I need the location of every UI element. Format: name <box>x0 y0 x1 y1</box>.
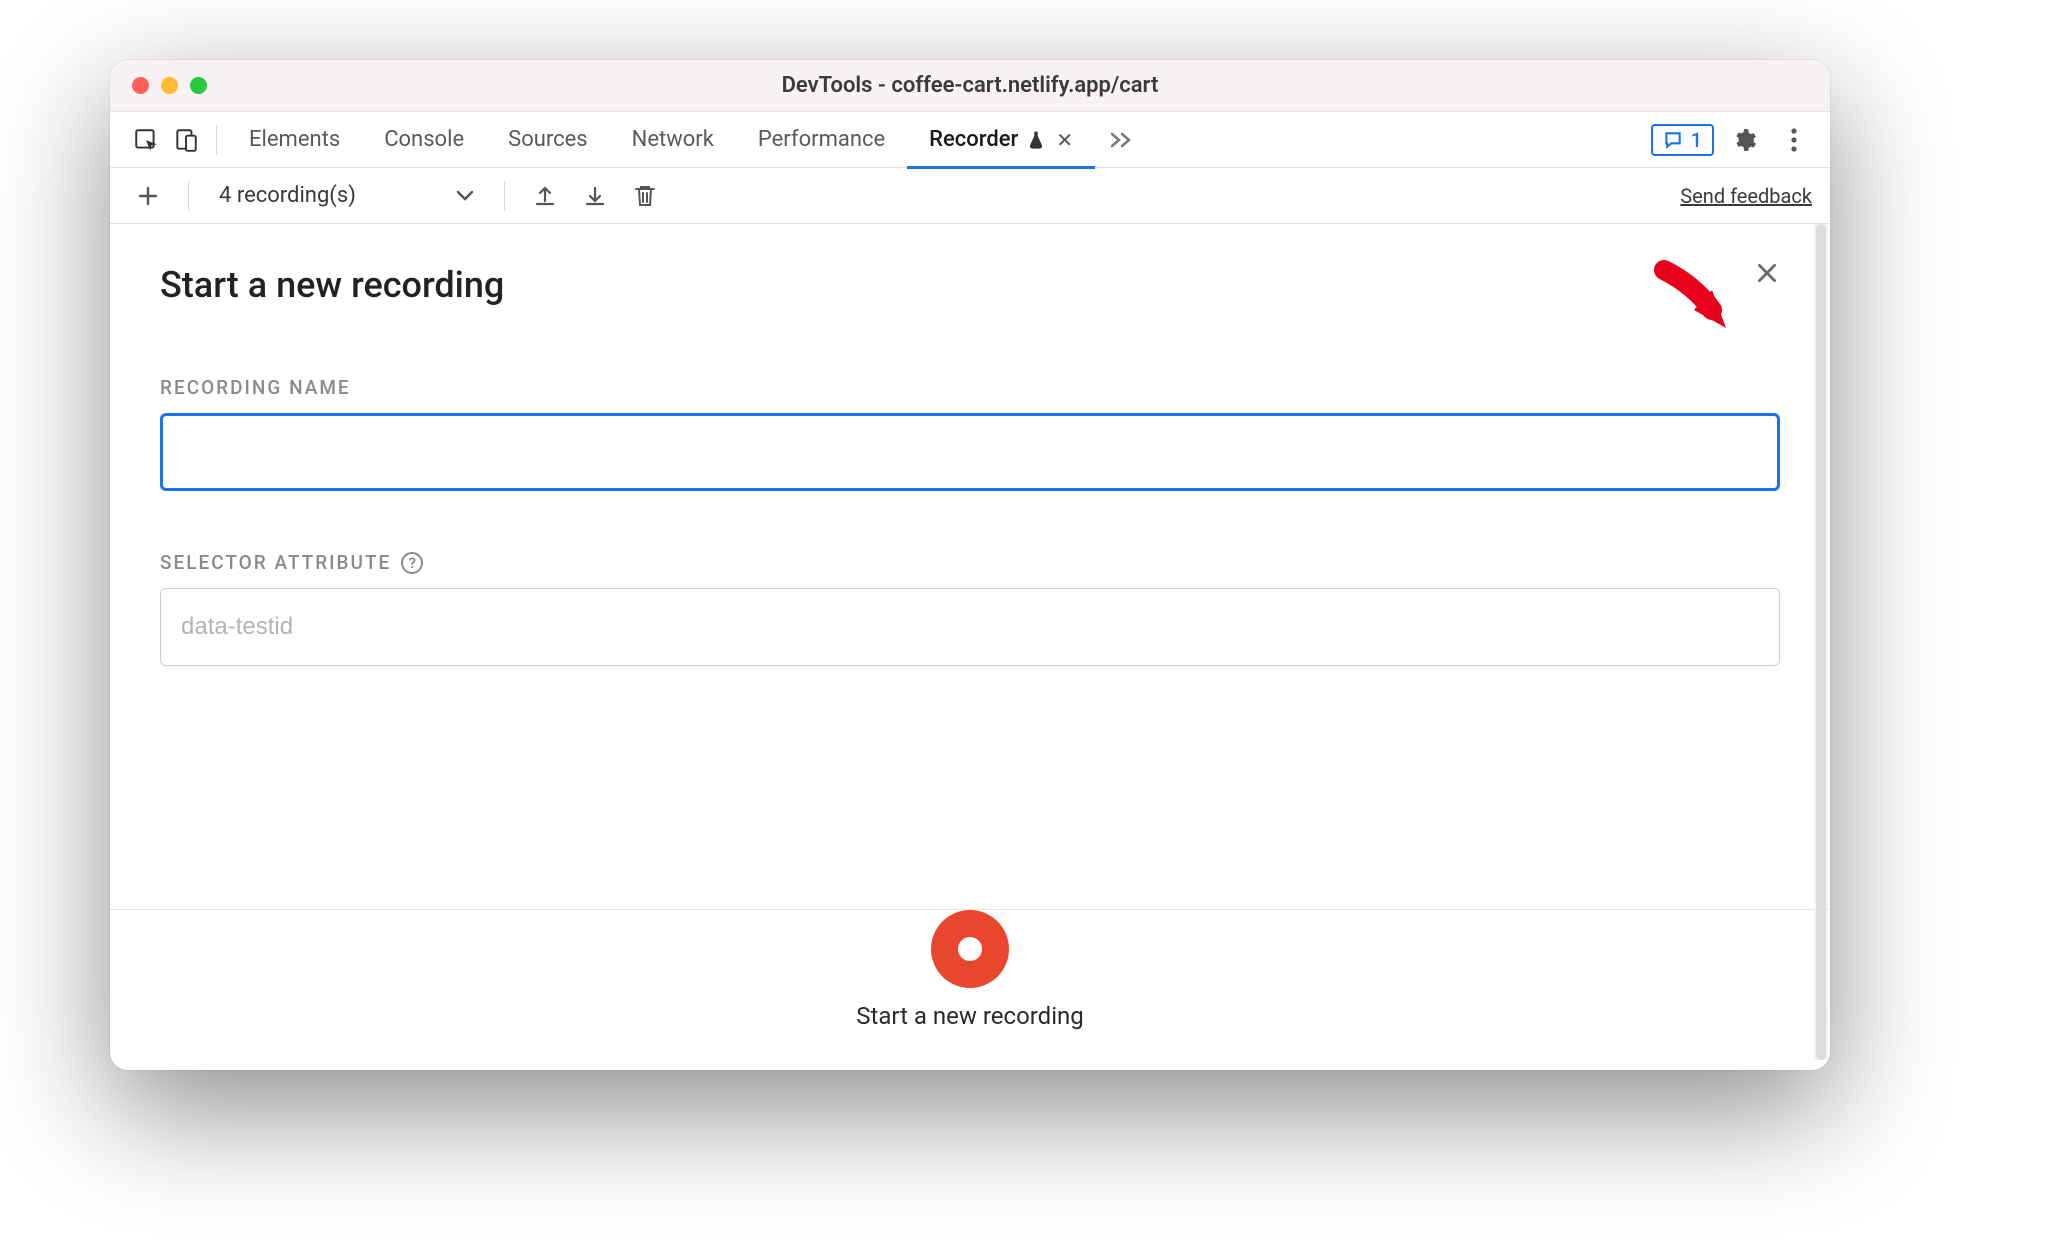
tab-console[interactable]: Console <box>362 112 486 168</box>
tab-label: Sources <box>508 127 588 152</box>
device-toolbar-icon[interactable] <box>166 120 206 160</box>
divider <box>188 181 189 211</box>
scroll-thumb[interactable] <box>1816 224 1826 1060</box>
issues-count: 1 <box>1691 128 1702 152</box>
window-controls <box>132 77 207 94</box>
export-icon[interactable] <box>525 176 565 216</box>
scrollbar[interactable] <box>1814 224 1828 1060</box>
close-panel-icon[interactable] <box>1754 260 1780 286</box>
titlebar: DevTools - coffee-cart.netlify.app/cart <box>110 60 1830 112</box>
selector-attribute-input[interactable] <box>160 588 1780 666</box>
recordings-label: 4 recording(s) <box>219 183 356 208</box>
selector-attribute-label: Selector Attribute <box>160 551 391 574</box>
new-recording-icon[interactable] <box>128 176 168 216</box>
tab-label: Recorder <box>929 127 1018 152</box>
help-icon[interactable]: ? <box>401 552 423 574</box>
chevron-down-icon <box>456 190 474 202</box>
window-title: DevTools - coffee-cart.netlify.app/cart <box>110 73 1830 98</box>
recorder-content: Start a new recording Recording Name Sel… <box>110 224 1830 1070</box>
start-recording-label: Start a new recording <box>856 1002 1084 1030</box>
settings-icon[interactable] <box>1724 120 1764 160</box>
tab-performance[interactable]: Performance <box>736 112 907 168</box>
maximize-window-button[interactable] <box>190 77 207 94</box>
minimize-window-button[interactable] <box>161 77 178 94</box>
tab-label: Performance <box>758 127 885 152</box>
experiment-flask-icon <box>1026 130 1046 150</box>
more-tabs-icon[interactable] <box>1095 131 1149 149</box>
recording-name-label: Recording Name <box>160 376 351 399</box>
issues-button[interactable]: 1 <box>1651 124 1714 156</box>
close-window-button[interactable] <box>132 77 149 94</box>
tab-recorder[interactable]: Recorder ✕ <box>907 112 1095 168</box>
tab-sources[interactable]: Sources <box>486 112 610 168</box>
recording-name-input[interactable] <box>160 413 1780 491</box>
tab-label: Elements <box>249 127 340 152</box>
recordings-dropdown[interactable]: 4 recording(s) <box>209 183 484 208</box>
divider <box>216 125 217 155</box>
recording-name-group: Recording Name <box>160 376 1780 491</box>
devtools-window: DevTools - coffee-cart.netlify.app/cart … <box>110 60 1830 1070</box>
divider <box>504 181 505 211</box>
send-feedback-link[interactable]: Send feedback <box>1680 184 1812 208</box>
selector-attribute-group: Selector Attribute ? <box>160 551 1780 666</box>
start-recording-button[interactable] <box>931 910 1009 988</box>
delete-icon[interactable] <box>625 176 665 216</box>
devtools-tabstrip: Elements Console Sources Network Perform… <box>110 112 1830 168</box>
close-tab-icon[interactable]: ✕ <box>1056 128 1073 152</box>
start-recording-area: Start a new recording <box>110 910 1830 1060</box>
tab-elements[interactable]: Elements <box>227 112 362 168</box>
inspect-element-icon[interactable] <box>126 120 166 160</box>
recorder-toolbar: 4 recording(s) Send feedback <box>110 168 1830 224</box>
import-icon[interactable] <box>575 176 615 216</box>
record-icon <box>958 937 982 961</box>
panel-title: Start a new recording <box>160 264 1780 306</box>
chat-icon <box>1663 130 1683 150</box>
tab-label: Network <box>632 127 714 152</box>
kebab-menu-icon[interactable] <box>1774 120 1814 160</box>
tab-network[interactable]: Network <box>610 112 736 168</box>
tab-label: Console <box>384 127 464 152</box>
